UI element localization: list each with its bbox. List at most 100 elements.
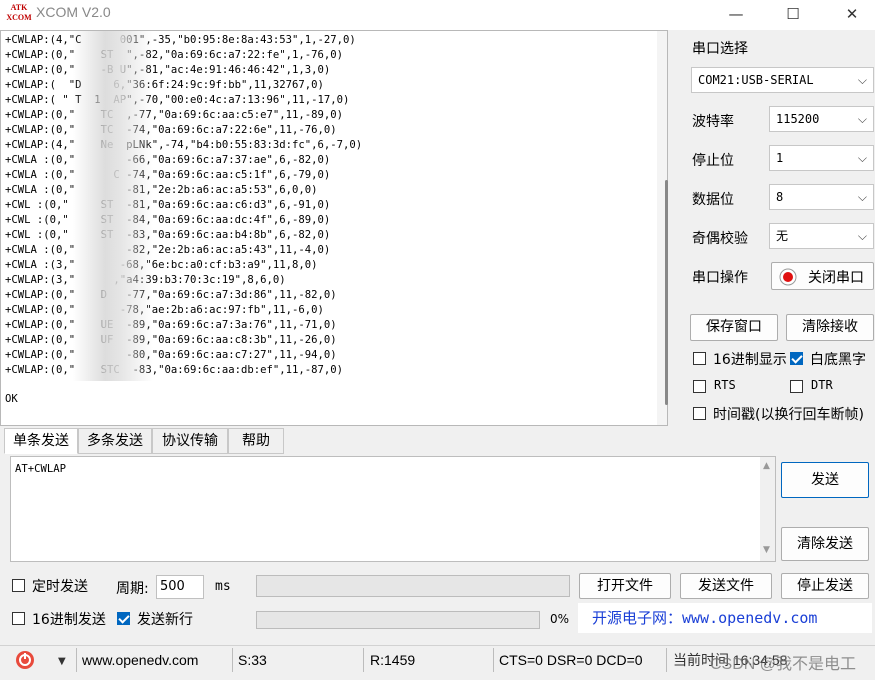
receive-line: +CWLA :(0," -82,"2e:2b:a6:ac:a5:43",11,-… bbox=[5, 244, 331, 256]
receive-ok-line: OK bbox=[5, 393, 18, 405]
white-black-label: 白底黑字 bbox=[810, 352, 866, 368]
period-input[interactable]: 500 bbox=[156, 575, 204, 599]
stop-send-button[interactable]: 停止发送 bbox=[781, 573, 869, 599]
receive-line: +CWLAP:(0," -80,"0a:69:6c:aa:c7:27",11,-… bbox=[5, 349, 337, 361]
receive-line: +CWL :(0," ST -83,"0a:69:6c:aa:b4:8b",6,… bbox=[5, 229, 331, 241]
status-divider bbox=[363, 648, 364, 672]
scroll-up-icon[interactable]: ▲ bbox=[763, 461, 770, 471]
app-logo: ATK XCOM bbox=[6, 3, 32, 22]
chevron-down-icon: ⌵ bbox=[857, 112, 867, 126]
send-textarea[interactable]: AT+CWLAP bbox=[10, 456, 776, 562]
receive-textarea[interactable]: +CWLAP:(4,"C 001",-35,"b0:95:8e:8a:43:53… bbox=[0, 30, 668, 426]
parity-label: 奇偶校验 bbox=[692, 231, 748, 247]
receive-line: +CWLAP:(0," UE -89,"0a:69:6c:a7:3a:76",1… bbox=[5, 319, 337, 331]
baud-value: 115200 bbox=[776, 112, 820, 126]
receive-line: +CWLAP:( "D 6,"36:6f:24:9c:9f:bb",11,327… bbox=[5, 79, 324, 91]
receive-line: +CWLA :(0," -81,"2e:2b:a6:ac:a5:53",6,0,… bbox=[5, 184, 318, 196]
timed-send-label: 定时发送 bbox=[32, 579, 88, 595]
open-file-button[interactable]: 打开文件 bbox=[579, 573, 671, 599]
clear-send-button[interactable]: 清除发送 bbox=[781, 527, 869, 561]
receive-line: +CWLAP:( " T 1 AP",-70,"00:e0:4c:a7:13:9… bbox=[5, 94, 350, 106]
receive-line: +CWLA :(3," -68,"6e:bc:a0:cf:b3:a9",11,8… bbox=[5, 259, 318, 271]
receive-line: +CWLAP:(0," TC -74,"0a:69:6c:a7:22:6e",1… bbox=[5, 124, 337, 136]
window-title: XCOM V2.0 bbox=[36, 4, 111, 20]
hex-send-label: 16进制发送 bbox=[32, 612, 106, 628]
receive-line: +CWLAP:(0," TC ,-77,"0a:69:6c:aa:c5:e7",… bbox=[5, 109, 344, 121]
data-bits-label: 数据位 bbox=[692, 192, 734, 208]
tab-single-send[interactable]: 单条发送 bbox=[4, 428, 78, 454]
rts-checkbox[interactable] bbox=[693, 380, 706, 393]
send-scrollbar[interactable]: ▲ ▼ bbox=[760, 457, 775, 561]
chevron-down-icon: ⌵ bbox=[857, 73, 867, 87]
close-button[interactable]: ✕ bbox=[829, 0, 875, 30]
send-newline-label: 发送新行 bbox=[137, 612, 193, 628]
timed-send-checkbox[interactable] bbox=[12, 579, 25, 592]
receive-scroll-thumb[interactable] bbox=[665, 180, 668, 405]
status-divider bbox=[76, 648, 77, 672]
port-select[interactable]: COM21:USB-SERIAL ⌵ bbox=[691, 67, 874, 93]
receive-line: +CWLAP:(0," ST ",-82,"0a:69:6c:a7:22:fe"… bbox=[5, 49, 344, 61]
save-window-button[interactable]: 保存窗口 bbox=[690, 314, 778, 341]
record-icon[interactable] bbox=[14, 649, 36, 671]
receive-line: +CWL :(0," ST -81,"0a:69:6c:aa:c6:d3",6,… bbox=[5, 199, 331, 211]
status-received-count: R:1459 bbox=[370, 652, 416, 668]
stop-bits-select[interactable]: 1 ⌵ bbox=[769, 145, 874, 171]
send-newline-checkbox[interactable] bbox=[117, 612, 130, 625]
status-divider bbox=[232, 648, 233, 672]
stop-bits-label: 停止位 bbox=[692, 153, 734, 169]
timestamp-label: 时间戳(以换行回车断帧) bbox=[713, 407, 864, 423]
tab-help[interactable]: 帮助 bbox=[228, 428, 284, 454]
rts-label: RTS bbox=[714, 378, 736, 392]
send-progress-bar bbox=[256, 611, 540, 629]
minimize-button[interactable]: — bbox=[713, 0, 759, 30]
hex-display-checkbox[interactable] bbox=[693, 352, 706, 365]
ad-panel[interactable]: 开源电子网：www.openedv.com bbox=[578, 603, 872, 633]
baud-select[interactable]: 115200 ⌵ bbox=[769, 106, 874, 132]
tab-multi-send[interactable]: 多条发送 bbox=[78, 428, 152, 454]
record-icon bbox=[779, 268, 797, 286]
timestamp-checkbox[interactable] bbox=[693, 407, 706, 420]
baud-label: 波特率 bbox=[692, 114, 734, 130]
white-black-checkbox[interactable] bbox=[790, 352, 803, 365]
status-divider bbox=[493, 648, 494, 672]
watermark: CSDN @我不是电工 bbox=[710, 656, 857, 673]
file-path-bar bbox=[256, 575, 570, 597]
chevron-down-icon: ⌵ bbox=[857, 229, 867, 243]
send-button[interactable]: 发送 bbox=[781, 462, 869, 498]
chevron-down-icon: ⌵ bbox=[857, 190, 867, 204]
close-port-button[interactable]: 关闭串口 bbox=[771, 262, 874, 290]
parity-value: 无 bbox=[776, 229, 789, 243]
receive-line: +CWLAP:(0," -78,"ae:2b:a6:ac:97:fb",11,-… bbox=[5, 304, 324, 316]
period-label: 周期: bbox=[116, 581, 149, 597]
status-divider bbox=[666, 648, 667, 672]
port-label: 串口选择 bbox=[692, 41, 748, 57]
receive-line: +CWLAP:(0," -B U",-81,"ac:4e:91:46:46:42… bbox=[5, 64, 331, 76]
data-bits-select[interactable]: 8 ⌵ bbox=[769, 184, 874, 210]
progress-percent: 0% bbox=[550, 612, 570, 626]
ad-link[interactable]: 开源电子网：www.openedv.com bbox=[592, 607, 817, 628]
dtr-checkbox[interactable] bbox=[790, 380, 803, 393]
receive-line: +CWLAP:(4,"C 001",-35,"b0:95:8e:8a:43:53… bbox=[5, 34, 356, 46]
maximize-button[interactable]: ☐ bbox=[770, 0, 816, 30]
receive-line: +CWLAP:(0," STC -83,"0a:69:6c:aa:db:ef",… bbox=[5, 364, 344, 376]
port-value: COM21:USB-SERIAL bbox=[698, 73, 814, 87]
parity-select[interactable]: 无 ⌵ bbox=[769, 223, 874, 249]
clear-receive-button[interactable]: 清除接收 bbox=[786, 314, 874, 341]
dropdown-arrow-icon[interactable]: ▼ bbox=[58, 656, 66, 667]
scroll-down-icon[interactable]: ▼ bbox=[763, 545, 770, 555]
redaction-blur bbox=[73, 31, 153, 381]
send-file-button[interactable]: 发送文件 bbox=[680, 573, 772, 599]
hex-send-checkbox[interactable] bbox=[12, 612, 25, 625]
stop-bits-value: 1 bbox=[776, 151, 784, 165]
receive-line: +CWLAP:(0," UF -89,"0a:69:6c:aa:c8:3b",1… bbox=[5, 334, 337, 346]
receive-line: +CWLAP:(0," D -77,"0a:69:6c:a7:3d:86",11… bbox=[5, 289, 337, 301]
send-text: AT+CWLAP bbox=[15, 463, 67, 475]
status-lines: CTS=0 DSR=0 DCD=0 bbox=[499, 652, 643, 668]
close-port-label: 关闭串口 bbox=[808, 270, 864, 286]
receive-line: +CWLA :(0," C -74,"0a:69:6c:aa:c5:1f",6,… bbox=[5, 169, 331, 181]
status-url[interactable]: www.openedv.com bbox=[82, 646, 198, 674]
receive-line: +CWL :(0," ST -84,"0a:69:6c:aa:dc:4f",6,… bbox=[5, 214, 331, 226]
receive-line: +CWLAP:(4," Ne pLNk",-74,"b4:b0:55:83:3d… bbox=[5, 139, 363, 151]
tab-protocol[interactable]: 协议传输 bbox=[152, 428, 228, 454]
receive-lines: +CWLAP:(4,"C 001",-35,"b0:95:8e:8a:43:53… bbox=[5, 33, 362, 378]
